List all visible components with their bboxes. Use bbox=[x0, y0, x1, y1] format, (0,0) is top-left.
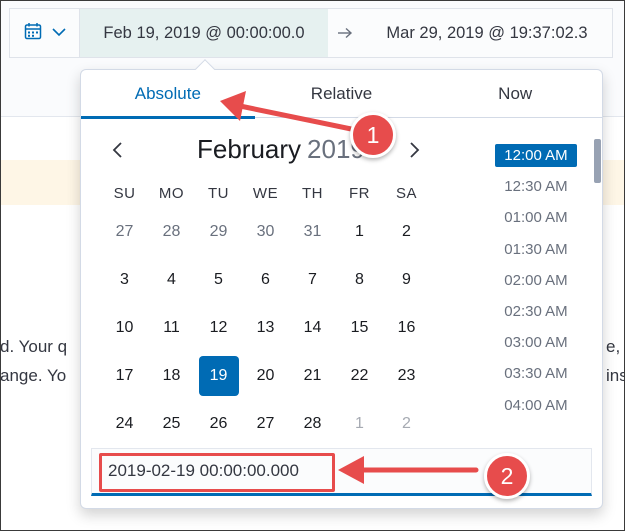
chevron-right-icon bbox=[410, 142, 420, 158]
calendar-day-selected[interactable]: 19 bbox=[195, 352, 242, 400]
calendar-grid: SU MO TU WE TH FR SA 27 28 29 30 31 1 2 … bbox=[101, 178, 431, 448]
calendar-day[interactable]: 30 bbox=[242, 208, 289, 256]
calendar-day[interactable]: 6 bbox=[242, 256, 289, 304]
time-option[interactable]: 04:00 AM bbox=[476, 390, 596, 412]
tab-relative[interactable]: Relative bbox=[255, 70, 429, 118]
calendar-week: 17 18 19 20 21 22 23 bbox=[101, 352, 431, 400]
calendar-day[interactable]: 25 bbox=[148, 400, 195, 448]
background-text-line-2-left: ange. Yo bbox=[0, 366, 67, 385]
weekday-label: SU bbox=[113, 184, 136, 202]
selected-time-label: 12:00 AM bbox=[495, 144, 577, 168]
range-start-button[interactable]: Feb 19, 2019 @ 00:00:00.0 bbox=[80, 9, 328, 57]
weekday-label: SA bbox=[395, 184, 417, 202]
calendar-day[interactable]: 28 bbox=[148, 208, 195, 256]
annotation-badge-2: 2 bbox=[484, 453, 530, 499]
calendar-day[interactable]: 22 bbox=[336, 352, 383, 400]
calendar-day[interactable]: 27 bbox=[242, 400, 289, 448]
weekday-label: MO bbox=[158, 184, 185, 202]
time-option[interactable]: 01:00 AM bbox=[476, 202, 596, 233]
time-option[interactable]: 03:00 AM bbox=[476, 327, 596, 358]
quick-select-button[interactable] bbox=[10, 9, 80, 57]
calendar-week: 3 4 5 6 7 8 9 bbox=[101, 256, 431, 304]
weekday-label: FR bbox=[349, 184, 370, 202]
calendar-day[interactable]: 14 bbox=[289, 304, 336, 352]
selected-day-label: 19 bbox=[198, 356, 239, 396]
month-name[interactable]: February bbox=[197, 134, 301, 164]
calendar-day[interactable]: 13 bbox=[242, 304, 289, 352]
calendar-day[interactable]: 26 bbox=[195, 400, 242, 448]
next-month-button[interactable] bbox=[403, 138, 427, 162]
month-year-title: February 2019 bbox=[197, 134, 365, 165]
chevron-left-icon bbox=[112, 142, 122, 158]
arrow-right-icon bbox=[328, 27, 362, 39]
weekday-label: TU bbox=[208, 184, 229, 202]
time-list-scrollbar[interactable] bbox=[594, 139, 601, 183]
calendar-icon bbox=[24, 22, 42, 45]
calendar-day[interactable]: 11 bbox=[148, 304, 195, 352]
calendar-day[interactable]: 5 bbox=[195, 256, 242, 304]
background-text-line-1-right: e, bbox=[606, 337, 621, 356]
calendar-day[interactable]: 21 bbox=[289, 352, 336, 400]
calendar-day[interactable]: 3 bbox=[101, 256, 148, 304]
calendar-day[interactable]: 2 bbox=[383, 208, 430, 256]
weekday-label: TH bbox=[302, 184, 323, 202]
chevron-down-icon bbox=[51, 24, 66, 42]
date-popover: Absolute Relative Now February 2019 SU MO… bbox=[80, 69, 603, 509]
calendar-week: 27 28 29 30 31 1 2 bbox=[101, 208, 431, 256]
calendar-day[interactable]: 15 bbox=[336, 304, 383, 352]
range-end-button[interactable]: Mar 29, 2019 @ 19:37:02.3 bbox=[362, 9, 612, 57]
calendar-day[interactable]: 9 bbox=[383, 256, 430, 304]
calendar-day[interactable]: 18 bbox=[148, 352, 195, 400]
calendar-day[interactable]: 28 bbox=[289, 400, 336, 448]
calendar-day[interactable]: 17 bbox=[101, 352, 148, 400]
calendar-day[interactable]: 7 bbox=[289, 256, 336, 304]
calendar-day[interactable]: 2 bbox=[383, 400, 430, 448]
calendar-day[interactable]: 16 bbox=[383, 304, 430, 352]
calendar-day[interactable]: 4 bbox=[148, 256, 195, 304]
calendar-day[interactable]: 1 bbox=[336, 400, 383, 448]
time-list[interactable]: 12:00 AM 12:30 AM 01:00 AM 01:30 AM 02:0… bbox=[476, 140, 596, 412]
super-date-picker: Feb 19, 2019 @ 00:00:00.0 Mar 29, 2019 @… bbox=[9, 8, 613, 58]
popover-tabs: Absolute Relative Now bbox=[81, 70, 602, 119]
calendar-day[interactable]: 27 bbox=[101, 208, 148, 256]
previous-month-button[interactable] bbox=[105, 138, 129, 162]
time-option[interactable]: 01:30 AM bbox=[476, 234, 596, 265]
annotation-badge-1: 1 bbox=[350, 112, 396, 158]
tab-absolute[interactable]: Absolute bbox=[81, 70, 255, 119]
background-text-line-2-right: ins bbox=[606, 366, 625, 385]
calendar-day[interactable]: 10 bbox=[101, 304, 148, 352]
tab-now[interactable]: Now bbox=[428, 70, 602, 118]
calendar-day[interactable]: 23 bbox=[383, 352, 430, 400]
time-option[interactable]: 02:00 AM bbox=[476, 265, 596, 296]
annotation-highlight-box bbox=[99, 453, 335, 492]
calendar-day[interactable]: 1 bbox=[336, 208, 383, 256]
calendar-day[interactable]: 8 bbox=[336, 256, 383, 304]
calendar-day[interactable]: 31 bbox=[289, 208, 336, 256]
calendar-day[interactable]: 29 bbox=[195, 208, 242, 256]
time-option[interactable]: 12:30 AM bbox=[476, 171, 596, 202]
calendar-day[interactable]: 12 bbox=[195, 304, 242, 352]
calendar-week: 10 11 12 13 14 15 16 bbox=[101, 304, 431, 352]
time-option[interactable]: 03:30 AM bbox=[476, 358, 596, 389]
weekday-header: SU MO TU WE TH FR SA bbox=[101, 178, 431, 208]
calendar-week: 24 25 26 27 28 1 2 bbox=[101, 400, 431, 448]
time-option-selected[interactable]: 12:00 AM bbox=[476, 140, 596, 171]
calendar-day[interactable]: 20 bbox=[242, 352, 289, 400]
time-option[interactable]: 02:30 AM bbox=[476, 296, 596, 327]
calendar-day[interactable]: 24 bbox=[101, 400, 148, 448]
background-text-line-1-left: d. Your q bbox=[0, 337, 68, 356]
weekday-label: WE bbox=[252, 184, 279, 202]
